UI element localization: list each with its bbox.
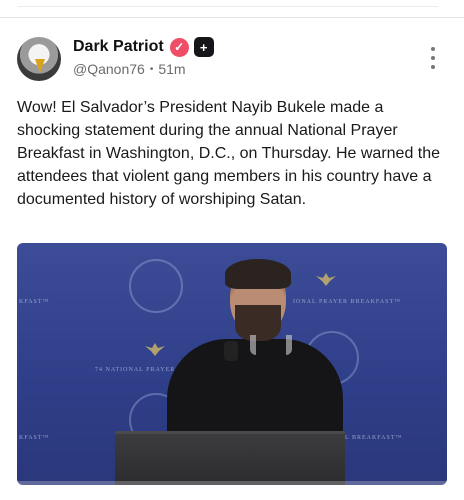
banner-text: IONAL PRAYER BREAKFAST™	[293, 299, 402, 305]
post-video[interactable]: KFAST™ IONAL PRAYER BREAKFAST™ 74 NATION…	[17, 243, 447, 485]
author-row: Dark Patriot ✓ +	[73, 37, 214, 57]
plus-badge-icon: +	[193, 37, 214, 57]
banner-text: L BREAKFAST™	[345, 435, 403, 441]
post-time[interactable]: 51m	[158, 61, 185, 77]
more-options-icon[interactable]	[426, 47, 440, 69]
microphone	[224, 341, 238, 361]
previous-post-edge	[18, 0, 438, 7]
speaker-hair	[225, 259, 291, 289]
podium	[115, 431, 345, 485]
eagle-emblem-icon	[316, 273, 336, 286]
seal-emblem	[129, 259, 183, 313]
banner-text: KFAST™	[19, 299, 50, 305]
video-progress-bar[interactable]	[17, 481, 447, 485]
avatar[interactable]	[17, 37, 61, 81]
banner-text: KFAST™	[19, 435, 50, 441]
separator: •	[149, 63, 154, 75]
eagle-emblem-icon	[145, 343, 165, 356]
eagle-icon	[35, 59, 45, 73]
divider	[0, 17, 464, 18]
author-meta: @Qanon76 • 51m	[73, 61, 186, 77]
author-handle[interactable]: @Qanon76	[73, 61, 145, 77]
check-badge-icon: ✓	[169, 37, 189, 57]
author-name[interactable]: Dark Patriot	[73, 38, 164, 56]
post-body: Wow! El Salvador’s President Nayib Bukel…	[17, 99, 441, 208]
speaker-collar	[250, 335, 292, 355]
